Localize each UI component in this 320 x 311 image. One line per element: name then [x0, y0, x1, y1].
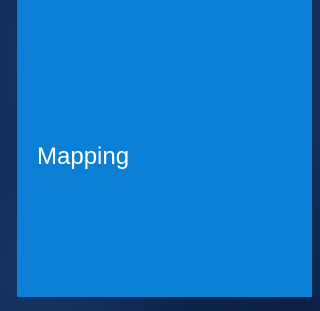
- mapping-tile[interactable]: Mapping: [17, 0, 312, 297]
- tile-label: Mapping: [37, 143, 130, 170]
